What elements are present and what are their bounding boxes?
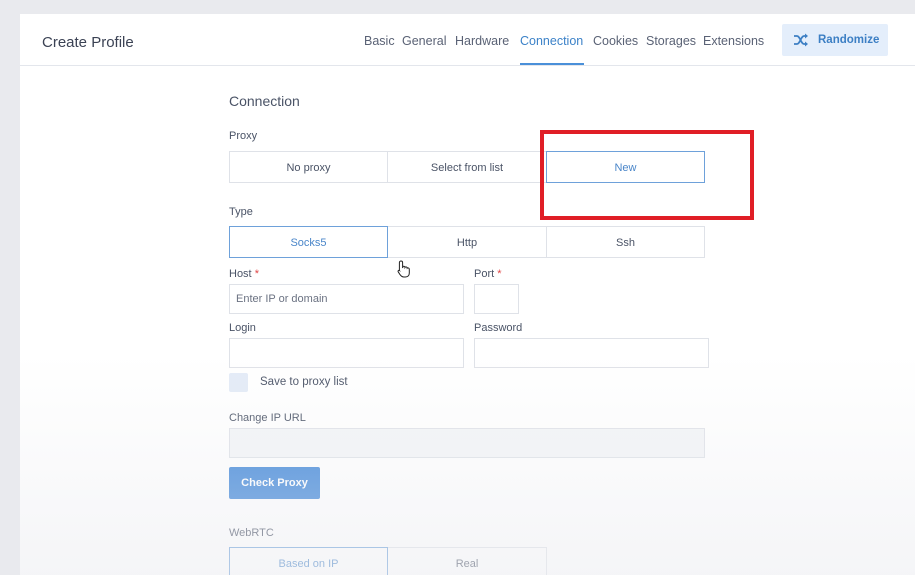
login-label: Login bbox=[229, 322, 256, 334]
tab-basic[interactable]: Basic bbox=[364, 34, 395, 48]
save-to-proxy-list-label: Save to proxy list bbox=[260, 376, 348, 388]
tab-cookies[interactable]: Cookies bbox=[593, 34, 638, 48]
webrtc-option-real[interactable]: Real bbox=[387, 547, 547, 575]
randomize-label: Randomize bbox=[818, 34, 880, 46]
tab-extensions[interactable]: Extensions bbox=[703, 34, 764, 48]
header: Create Profile Basic General Hardware Co… bbox=[20, 14, 915, 66]
create-profile-window: Create Profile Basic General Hardware Co… bbox=[20, 14, 915, 575]
port-label-text: Port bbox=[474, 268, 495, 280]
hand-cursor-icon bbox=[397, 260, 410, 278]
type-option-ssh[interactable]: Ssh bbox=[546, 226, 705, 258]
password-label: Password bbox=[474, 322, 523, 334]
check-proxy-button[interactable]: Check Proxy bbox=[229, 467, 320, 499]
port-input[interactable] bbox=[474, 284, 519, 314]
connection-section-title: Connection bbox=[229, 93, 300, 109]
host-required-mark: * bbox=[254, 268, 259, 280]
password-input[interactable] bbox=[474, 338, 709, 368]
page-title: Create Profile bbox=[42, 34, 134, 51]
randomize-button[interactable]: Randomize bbox=[782, 24, 888, 56]
change-ip-url-input[interactable] bbox=[229, 428, 705, 458]
active-tab-indicator bbox=[520, 63, 584, 65]
type-option-http[interactable]: Http bbox=[387, 226, 547, 258]
shuffle-icon bbox=[794, 33, 808, 47]
tab-hardware[interactable]: Hardware bbox=[455, 34, 509, 48]
type-option-socks5[interactable]: Socks5 bbox=[229, 226, 388, 258]
bottom-fade-overlay bbox=[20, 354, 915, 575]
port-required-mark: * bbox=[497, 268, 502, 280]
host-label: Host * bbox=[229, 268, 259, 280]
proxy-option-no-proxy[interactable]: No proxy bbox=[229, 151, 388, 183]
host-label-text: Host bbox=[229, 268, 252, 280]
proxy-option-select-from-list[interactable]: Select from list bbox=[387, 151, 547, 183]
webrtc-option-based-on-ip[interactable]: Based on IP bbox=[229, 547, 388, 575]
tab-storages[interactable]: Storages bbox=[646, 34, 696, 48]
tab-general[interactable]: General bbox=[402, 34, 446, 48]
proxy-option-new[interactable]: New bbox=[546, 151, 705, 183]
webrtc-label: WebRTC bbox=[229, 527, 274, 539]
port-label: Port * bbox=[474, 268, 502, 280]
save-to-proxy-list-checkbox[interactable] bbox=[229, 373, 248, 392]
tab-connection[interactable]: Connection bbox=[520, 34, 583, 48]
login-input[interactable] bbox=[229, 338, 464, 368]
type-label: Type bbox=[229, 206, 253, 218]
proxy-label: Proxy bbox=[229, 130, 258, 142]
change-ip-url-label: Change IP URL bbox=[229, 412, 306, 424]
host-input[interactable] bbox=[229, 284, 464, 314]
